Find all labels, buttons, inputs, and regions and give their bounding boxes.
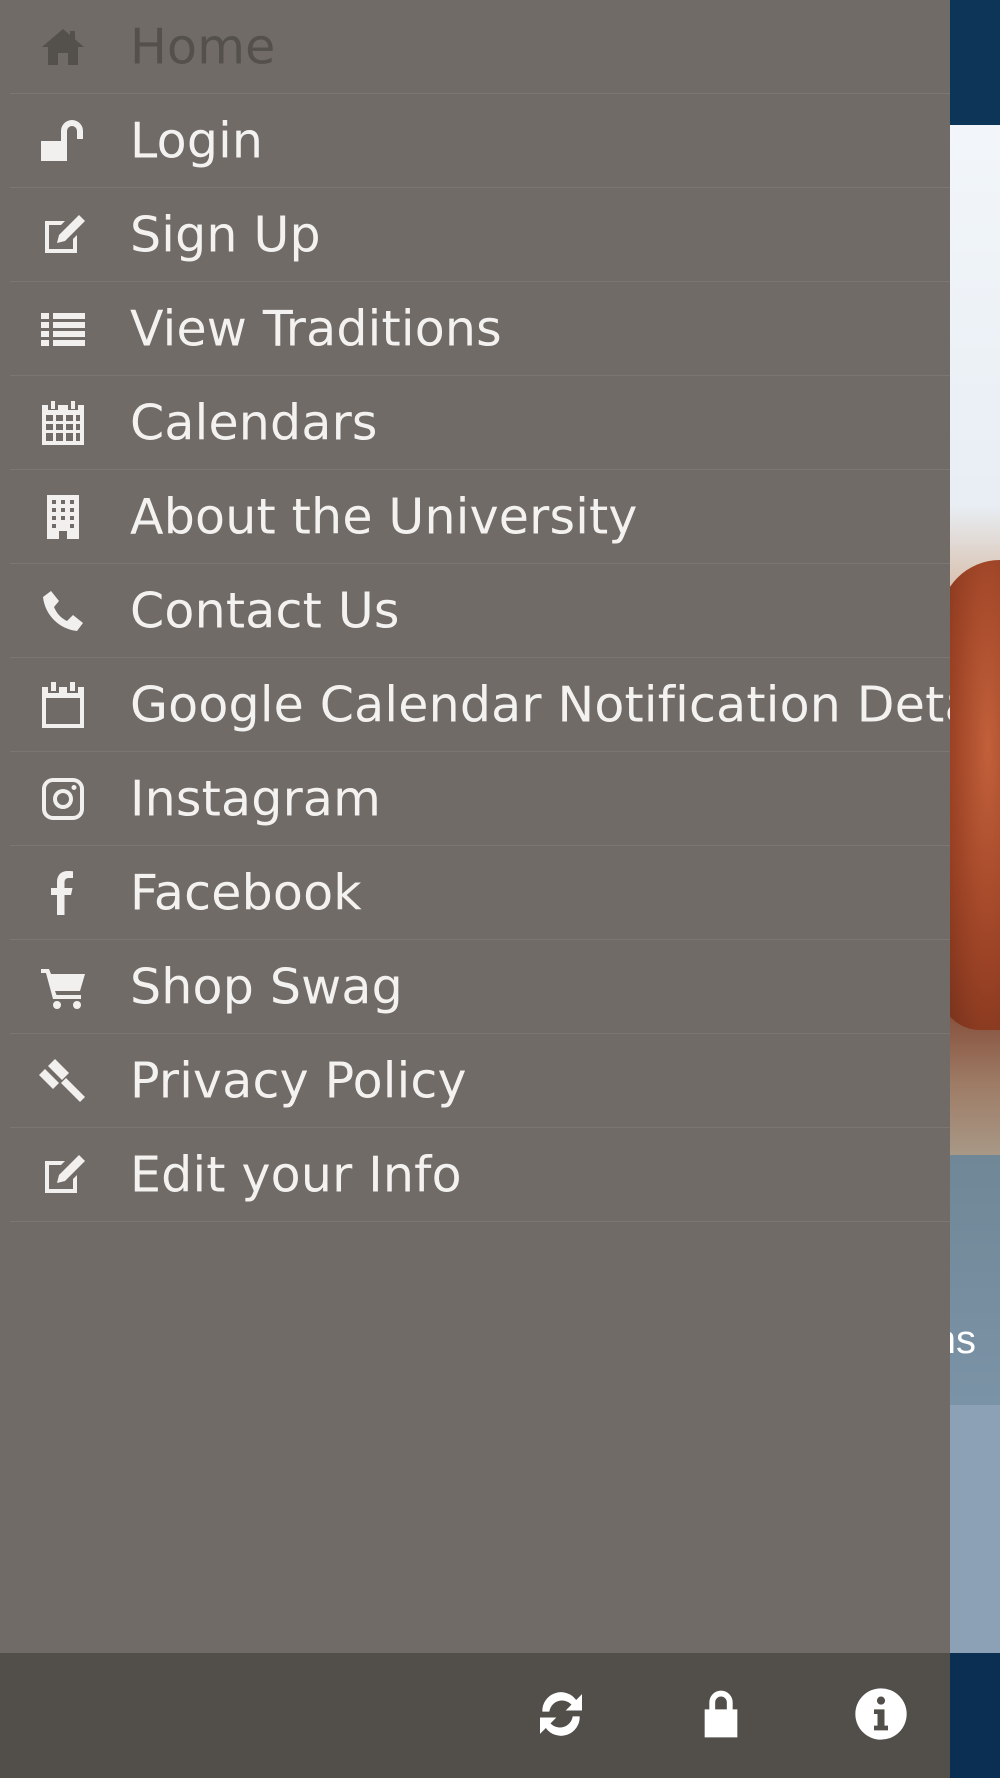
phone-icon	[38, 586, 88, 636]
menu-item-label: Home	[130, 18, 276, 75]
menu-item-sign-up[interactable]: Sign Up	[10, 188, 950, 282]
menu-item-view-traditions[interactable]: View Traditions	[10, 282, 950, 376]
menu-item-label: Login	[130, 112, 264, 169]
menu-item-about[interactable]: About the University	[10, 470, 950, 564]
refresh-button[interactable]	[526, 1681, 596, 1751]
edit-icon	[38, 1150, 88, 1200]
menu-item-shop-swag[interactable]: Shop Swag	[10, 940, 950, 1034]
edit-icon	[38, 210, 88, 260]
menu-item-label: Google Calendar Notification Detail	[130, 676, 950, 733]
menu-item-login[interactable]: Login	[10, 94, 950, 188]
menu-item-calendars[interactable]: Calendars	[10, 376, 950, 470]
menu-item-google-calendar[interactable]: Google Calendar Notification Detail	[10, 658, 950, 752]
calendar-grid-icon	[38, 398, 88, 448]
unlock-icon	[38, 116, 88, 166]
home-icon	[38, 22, 88, 72]
info-icon	[853, 1686, 909, 1746]
menu-item-label: About the University	[130, 488, 638, 545]
lock-button[interactable]	[686, 1681, 756, 1751]
cart-icon	[38, 962, 88, 1012]
menu-item-instagram[interactable]: Instagram	[10, 752, 950, 846]
menu-item-label: View Traditions	[130, 300, 502, 357]
facebook-icon	[38, 868, 88, 918]
menu-item-label: Edit your Info	[130, 1146, 462, 1203]
gavel-icon	[38, 1056, 88, 1106]
lock-icon	[693, 1686, 749, 1746]
menu-item-privacy-policy[interactable]: Privacy Policy	[10, 1034, 950, 1128]
menu-item-label: Contact Us	[130, 582, 400, 639]
menu-item-edit-info[interactable]: Edit your Info	[10, 1128, 950, 1222]
instagram-icon	[38, 774, 88, 824]
menu-item-home[interactable]: Home	[10, 0, 950, 94]
menu-item-label: Facebook	[130, 864, 362, 921]
menu-item-label: Calendars	[130, 394, 378, 451]
building-icon	[38, 492, 88, 542]
menu-item-facebook[interactable]: Facebook	[10, 846, 950, 940]
menu-toolbar	[0, 1653, 950, 1778]
refresh-icon	[533, 1686, 589, 1746]
menu-item-contact-us[interactable]: Contact Us	[10, 564, 950, 658]
menu-item-label: Sign Up	[130, 206, 321, 263]
menu-item-label: Privacy Policy	[130, 1052, 467, 1109]
side-menu: Home Login Sign Up View Traditions Calen	[0, 0, 950, 1653]
info-button[interactable]	[846, 1681, 916, 1751]
menu-list: Home Login Sign Up View Traditions Calen	[0, 0, 950, 1222]
calendar-icon	[38, 680, 88, 730]
list-icon	[38, 304, 88, 354]
menu-item-label: Shop Swag	[130, 958, 403, 1015]
menu-item-label: Instagram	[130, 770, 382, 827]
